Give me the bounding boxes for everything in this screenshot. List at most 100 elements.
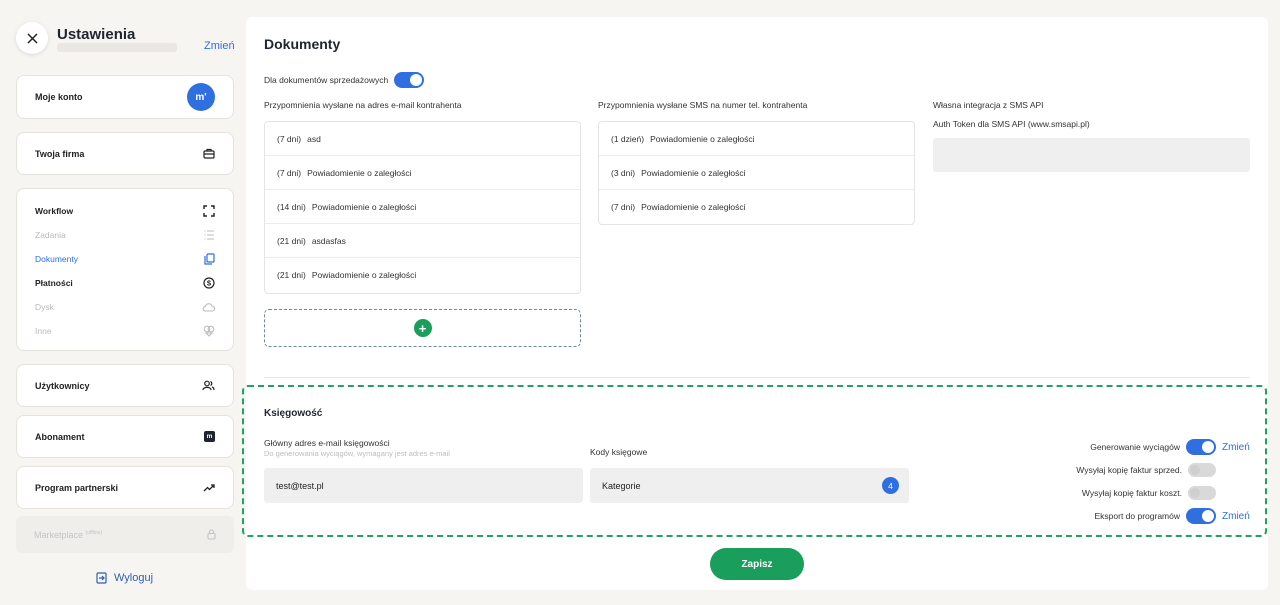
reminder-days: (7 dni) <box>277 133 302 144</box>
sidebar-item-label: Dokumenty <box>35 254 78 264</box>
export-programs-change-link[interactable]: Zmień <box>1222 511 1252 522</box>
sidebar-item-label: Użytkownicy <box>35 380 90 391</box>
generate-statements-toggle[interactable] <box>1186 439 1216 455</box>
sidebar-item-label: Workflow <box>35 206 74 216</box>
reminder-text: Powiadomienie o zaległości <box>641 202 746 212</box>
reminder-text: Powiadomienie o zaległości <box>307 167 412 178</box>
reminder-text: Powiadomienie o zaległości <box>650 133 755 144</box>
list-item[interactable]: (7 dni) asd <box>265 122 580 156</box>
send-cost-invoices-toggle[interactable] <box>1188 486 1216 500</box>
accounting-email-field[interactable]: test@test.pl <box>264 468 583 503</box>
send-sales-invoices-toggle[interactable] <box>1188 463 1216 477</box>
lock-icon <box>207 529 216 540</box>
reminder-days: (21 dni) <box>277 235 306 246</box>
logout-icon <box>96 572 107 584</box>
list-item[interactable]: (7 dni) Powiadomienie o zaległości <box>599 190 914 224</box>
sales-documents-toggle[interactable] <box>394 72 425 88</box>
logout-button[interactable]: Wyloguj <box>96 572 153 584</box>
sidebar-item-label: Abonament <box>35 431 85 442</box>
sidebar-item-workflow[interactable]: Workflow <box>17 199 233 223</box>
reminder-text: asdasfas <box>311 235 346 246</box>
option-export-programs: Eksport do programów Zmień <box>1020 508 1252 524</box>
add-reminder-area: + <box>264 309 581 347</box>
trending-up-icon <box>203 484 215 492</box>
briefcase-icon <box>203 148 215 159</box>
sidebar-item-users[interactable]: Użytkownicy <box>16 364 234 407</box>
generate-statements-change-link[interactable]: Zmień <box>1222 442 1252 453</box>
save-button[interactable]: Zapisz <box>710 548 804 580</box>
list-item[interactable]: (3 dni) Powiadomienie o zaległości <box>599 156 914 190</box>
option-label: Wysyłaj kopię faktur sprzed. <box>1076 465 1182 475</box>
sms-token-input[interactable] <box>933 138 1250 172</box>
sidebar-item-label: Dysk <box>35 302 54 312</box>
email-reminders-title: Przypomnienia wysłane na adres e-mail ko… <box>264 100 462 110</box>
list-item[interactable]: (21 dni) Powiadomienie o zaległości <box>265 258 580 292</box>
reminder-days: (7 dni) <box>611 202 636 212</box>
list-item[interactable]: (21 dni) asdasfas <box>265 224 580 258</box>
accounting-options: Generowanie wyciągów Zmień Wysyłaj kopię… <box>1020 439 1252 524</box>
sidebar-item-my-account[interactable]: Moje konto m' <box>16 75 234 119</box>
option-label: Generowanie wyciągów <box>1090 442 1180 452</box>
marketplace-tag: (offline) <box>85 529 103 536</box>
sms-token-label: Auth Token dla SMS API (www.smsapi.pl) <box>933 119 1090 129</box>
change-company-link[interactable]: Zmień <box>204 40 235 52</box>
reminder-days: (21 dni) <box>277 270 306 280</box>
close-button[interactable] <box>16 22 48 54</box>
accounting-codes-value: Kategorie <box>602 480 641 491</box>
reminder-text: Powiadomienie o zaległości <box>641 167 746 178</box>
email-reminders-list: (7 dni) asd (7 dni) Powiadomienie o zaległ… <box>264 121 581 294</box>
sidebar-item-label: Zadania <box>35 230 66 240</box>
company-name-placeholder <box>57 43 177 52</box>
reminder-days: (14 dni) <box>277 201 306 212</box>
reminder-text: asd <box>307 133 321 144</box>
export-programs-toggle[interactable] <box>1186 508 1216 524</box>
svg-text:$: $ <box>207 279 212 288</box>
option-label: Wysyłaj kopię faktur koszt. <box>1081 488 1182 498</box>
option-send-cost-invoices: Wysyłaj kopię faktur koszt. <box>1020 485 1252 501</box>
option-label: Eksport do programów <box>1094 511 1180 521</box>
settings-title: Ustawienia <box>57 26 136 43</box>
sidebar-item-company[interactable]: Twoja firma <box>16 132 234 175</box>
sidebar-item-payments[interactable]: Płatności $ <box>17 271 233 295</box>
reminder-days: (7 dni) <box>277 167 302 178</box>
shapes-icon <box>203 325 215 337</box>
sidebar-item-tasks[interactable]: Zadania <box>17 223 233 247</box>
sidebar-item-partner-program[interactable]: Program partnerski <box>16 466 234 509</box>
reminder-text: Powiadomienie o zaległości <box>311 270 417 280</box>
option-send-sales-invoices: Wysyłaj kopię faktur sprzed. <box>1020 462 1252 478</box>
page-title: Dokumenty <box>264 36 341 52</box>
cloud-icon <box>202 302 215 312</box>
documents-icon <box>204 253 215 265</box>
subscription-logo-icon: m <box>204 431 215 442</box>
sidebar-item-marketplace[interactable]: Marketplace (offline) <box>16 516 234 553</box>
reminder-days: (3 dni) <box>611 167 636 178</box>
avatar: m' <box>187 83 215 111</box>
sms-reminders-title: Przypomnienia wysłane SMS na numer tel. … <box>598 100 808 110</box>
sidebar-item-drive[interactable]: Dysk <box>17 295 233 319</box>
accounting-email-label: Główny adres e-mail księgowości <box>264 438 390 448</box>
expand-icon <box>203 205 215 217</box>
accounting-codes-field[interactable]: Kategorie 4 <box>590 468 909 503</box>
list-item[interactable]: (14 dni) Powiadomienie o zaległości <box>265 190 580 224</box>
users-icon <box>202 380 215 391</box>
sidebar-item-label: Twoja firma <box>35 148 85 159</box>
list-item[interactable]: (1 dzień) Powiadomienie o zaległości <box>599 122 914 156</box>
list-icon <box>204 230 214 240</box>
sidebar-item-label: Inne <box>35 326 52 336</box>
sidebar-item-subscription[interactable]: Abonament m <box>16 415 234 458</box>
sms-reminders-list: (1 dzień) Powiadomienie o zaległości (3 d… <box>598 121 915 225</box>
add-reminder-button[interactable]: + <box>413 319 432 337</box>
sms-api-title: Własna integracja z SMS API <box>933 100 1044 110</box>
sidebar-group: Workflow Zadania Dokumenty Płatności $ D… <box>16 188 234 351</box>
dollar-icon: $ <box>203 277 215 289</box>
reminder-days: (1 dzień) <box>611 133 645 144</box>
accounting-codes-label: Kody księgowe <box>590 447 648 457</box>
accounting-title: Księgowość <box>264 408 323 419</box>
list-item[interactable]: (7 dni) Powiadomienie o zaległości <box>265 156 580 190</box>
accounting-email-hint: Do generowania wyciągów, wymagany jest a… <box>264 449 450 458</box>
sidebar-item-label: Marketplace (offline) <box>34 529 103 540</box>
sidebar-item-documents[interactable]: Dokumenty <box>17 247 233 271</box>
sidebar-item-label: Program partnerski <box>35 482 119 493</box>
sidebar-item-other[interactable]: Inne <box>17 319 233 343</box>
divider <box>264 377 1250 378</box>
